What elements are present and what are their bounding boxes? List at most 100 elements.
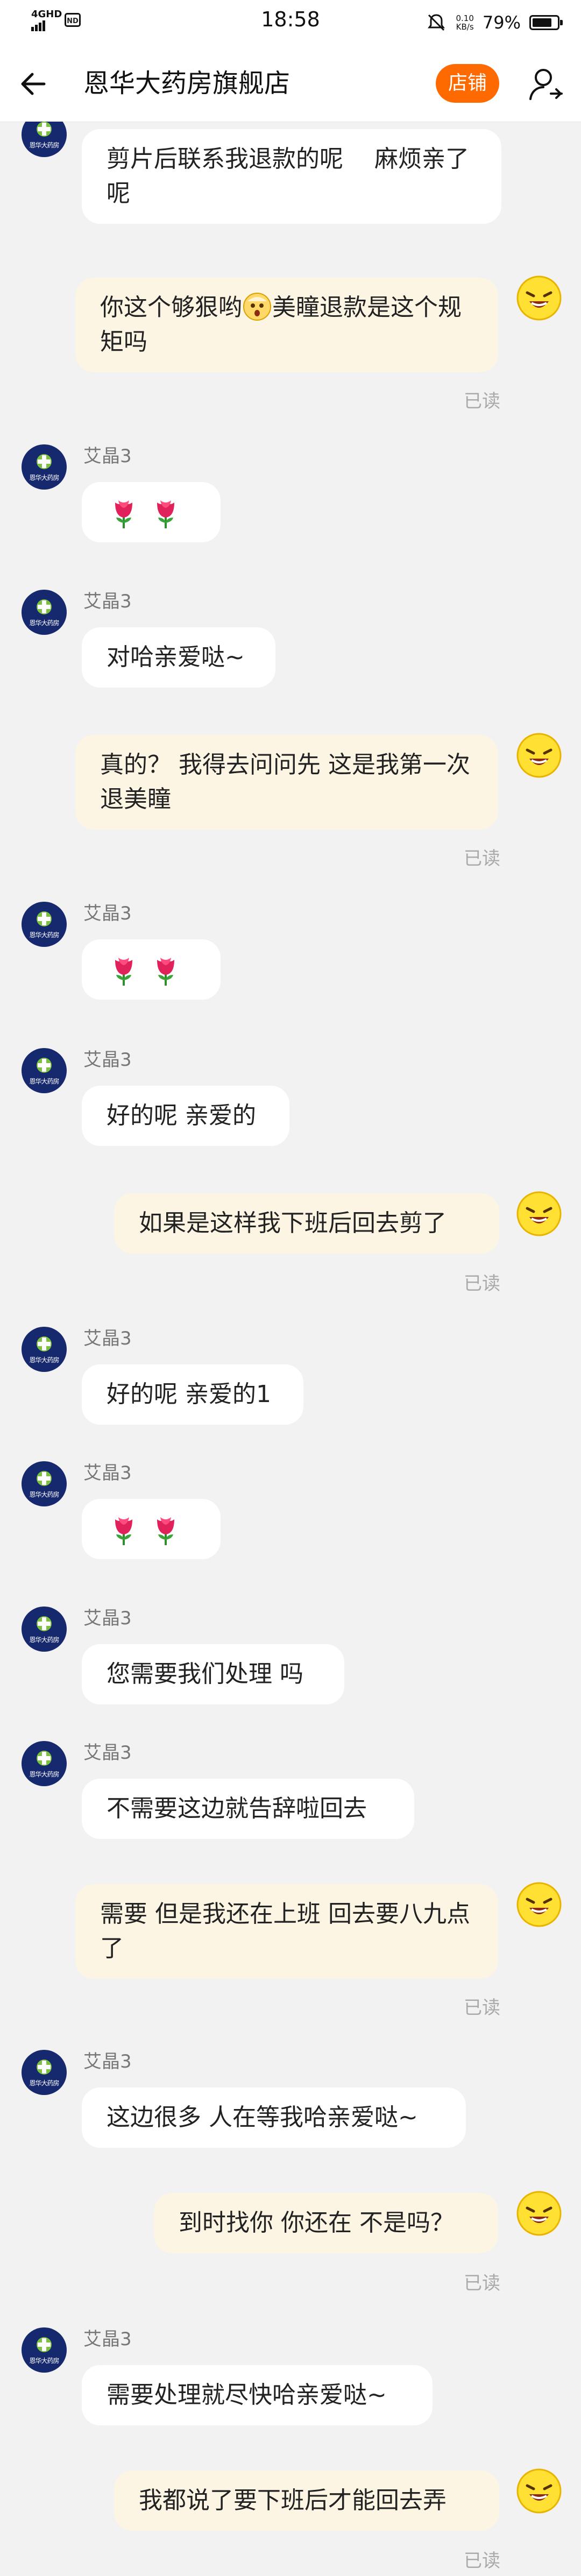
sender-name: 艾晶3 xyxy=(83,1608,132,1629)
message-bubble[interactable]: 不需要这边就告辞啦回去 xyxy=(82,1779,414,1839)
message-text: 到时找你 你还在 不是吗？ xyxy=(179,2209,454,2237)
sender-name: 艾晶3 xyxy=(83,2329,132,2350)
pharmacy-logo-icon xyxy=(37,2337,52,2352)
shop-avatar[interactable]: 恩华大药房 xyxy=(22,1607,67,1652)
shop-avatar[interactable]: 恩华大药房 xyxy=(22,2050,67,2095)
chat-message-list[interactable]: 恩华大药房 剪片后联系我退款的呢 麻烦亲了呢 你这个够狠哟 美瞳退款是这个规矩吗 已读恩… xyxy=(0,122,581,2576)
message-text: 剪片后联系我退款的呢 麻烦亲了呢 xyxy=(107,145,469,207)
read-receipt: 已读 xyxy=(464,1997,500,2019)
message-text: 如果是这样我下班后回去剪了 xyxy=(139,1209,447,1237)
message-bubble[interactable]: 这边很多 人在等我哈亲爱哒~ xyxy=(82,2087,466,2148)
message-text: 您需要我们处理 吗 xyxy=(107,1660,303,1688)
outgoing-message: 你这个够狠哟 美瞳退款是这个规矩吗已读 xyxy=(0,275,581,412)
shop-title: 恩华大药房旗舰店 xyxy=(83,68,290,98)
user-avatar-laughing-emoji-icon[interactable] xyxy=(515,732,563,779)
sender-name: 艾晶3 xyxy=(83,1742,132,1764)
message-bubble[interactable]: 好的呢 亲爱的1 xyxy=(82,1364,303,1425)
pharmacy-logo-icon xyxy=(37,1058,52,1073)
shop-avatar[interactable]: 恩华大药房 xyxy=(22,902,67,947)
message-bubble[interactable]: 到时找你 你还在 不是吗？ xyxy=(154,2193,498,2253)
rose-emoji-icon xyxy=(115,1517,132,1545)
shop-avatar[interactable]: 恩华大药房 xyxy=(22,1048,67,1093)
rose-emoji-icon xyxy=(115,958,132,986)
message-text: 对哈亲爱哒~ xyxy=(107,643,245,671)
message-bubble[interactable]: 我都说了要下班后才能回去弄 xyxy=(114,2471,499,2531)
pharmacy-logo-icon xyxy=(37,1471,52,1486)
shop-avatar[interactable]: 恩华大药房 xyxy=(22,1461,67,1506)
shop-avatar[interactable]: 恩华大药房 xyxy=(22,2327,67,2373)
chat-header: 恩华大药房旗舰店 店铺 xyxy=(0,45,581,122)
battery-fill xyxy=(533,18,551,27)
user-avatar-laughing-emoji-icon[interactable] xyxy=(515,2467,563,2515)
message-text: 你这个够狠哟 xyxy=(100,294,242,321)
message-bubble[interactable]: 剪片后联系我退款的呢 麻烦亲了呢 xyxy=(82,129,501,224)
message-text: 需要 但是我还在上班 回去要八九点了 xyxy=(100,1900,470,1962)
surprised-face-emoji-icon xyxy=(243,293,271,321)
read-receipt: 已读 xyxy=(464,848,500,869)
read-receipt: 已读 xyxy=(464,2273,500,2294)
user-avatar-laughing-emoji-icon[interactable] xyxy=(515,2190,563,2237)
shop-avatar[interactable]: 恩华大药房 xyxy=(22,590,67,635)
shop-avatar-label: 恩华大药房 xyxy=(29,1636,59,1644)
mute-icon xyxy=(428,14,445,31)
message-text: 不需要这边就告辞啦回去 xyxy=(107,1795,367,1822)
status-bar: 4GHD ND 18:58 0.10 KB/s 79% xyxy=(0,0,581,45)
message-bubble[interactable]: 真的？ 我得去问问先 这是我第一次退美瞳 xyxy=(75,735,498,830)
message-bubble[interactable]: 您需要我们处理 吗 xyxy=(82,1644,344,1704)
shop-avatar[interactable]: 恩华大药房 xyxy=(22,122,67,157)
shop-avatar-label: 恩华大药房 xyxy=(29,1771,59,1778)
message-bubble[interactable]: 你这个够狠哟 美瞳退款是这个规矩吗 xyxy=(75,278,498,372)
shop-avatar-label: 恩华大药房 xyxy=(29,474,59,482)
incoming-message: 恩华大药房剪片后联系我退款的呢 麻烦亲了呢 xyxy=(0,122,581,242)
message-bubble[interactable]: 如果是这样我下班后回去剪了 xyxy=(114,1193,499,1254)
user-avatar-laughing-emoji-icon[interactable] xyxy=(515,1190,563,1237)
pharmacy-logo-icon xyxy=(37,122,52,137)
message-bubble[interactable]: 对哈亲爱哒~ xyxy=(82,627,275,688)
message-bubble[interactable] xyxy=(82,939,221,1000)
rose-emoji-icon xyxy=(115,500,132,528)
battery-percent: 79% xyxy=(482,12,521,33)
sender-name: 艾晶3 xyxy=(83,1328,132,1349)
shop-button[interactable]: 店铺 xyxy=(436,64,499,103)
network-speed: 0.10 KB/s xyxy=(456,14,473,31)
shop-avatar-label: 恩华大药房 xyxy=(29,619,59,627)
message-bubble[interactable]: 需要处理就尽快哈亲爱哒~ xyxy=(82,2365,433,2425)
pharmacy-logo-icon xyxy=(37,1336,52,1351)
read-receipt: 已读 xyxy=(464,2550,500,2572)
rose-emoji-group xyxy=(107,495,196,529)
rose-emoji-icon xyxy=(157,500,174,528)
incoming-message: 恩华大药房 艾晶3 好的呢 亲爱的 xyxy=(0,1048,581,1165)
read-receipt: 已读 xyxy=(464,391,500,412)
shop-avatar-label: 恩华大药房 xyxy=(29,1356,59,1364)
message-text: 真的？ 我得去问问先 这是我第一次退美瞳 xyxy=(100,751,470,813)
message-bubble[interactable]: 需要 但是我还在上班 回去要八九点了 xyxy=(75,1884,498,1979)
shop-avatar[interactable]: 恩华大药房 xyxy=(22,1741,67,1786)
message-bubble[interactable] xyxy=(82,482,221,542)
message-bubble[interactable]: 好的呢 亲爱的 xyxy=(82,1086,289,1146)
pharmacy-logo-icon xyxy=(37,911,52,926)
message-bubble[interactable] xyxy=(82,1499,221,1559)
shop-avatar-label: 恩华大药房 xyxy=(29,2079,59,2087)
message-text: 好的呢 亲爱的1 xyxy=(107,1381,271,1408)
shop-avatar[interactable]: 恩华大药房 xyxy=(22,1327,67,1372)
incoming-message: 恩华大药房 艾晶3 xyxy=(0,902,581,1030)
user-avatar-laughing-emoji-icon[interactable] xyxy=(515,274,563,322)
pharmacy-logo-icon xyxy=(37,1616,52,1631)
read-receipt: 已读 xyxy=(464,1273,500,1294)
shop-avatar-label: 恩华大药房 xyxy=(29,931,59,939)
sender-name: 艾晶3 xyxy=(83,1462,132,1484)
incoming-message: 恩华大药房 艾晶3 您需要我们处理 吗 xyxy=(0,1607,581,1724)
outgoing-message: 真的？ 我得去问问先 这是我第一次退美瞳已读 xyxy=(0,732,581,869)
shop-avatar-label: 恩华大药房 xyxy=(29,141,59,149)
network-speed-value: 0.10 xyxy=(456,13,474,23)
pharmacy-logo-icon xyxy=(37,599,52,614)
user-avatar-laughing-emoji-icon[interactable] xyxy=(515,1881,563,1928)
rose-emoji-icon xyxy=(157,1517,174,1545)
outgoing-message: 如果是这样我下班后回去剪了已读 xyxy=(0,1190,581,1294)
back-arrow-icon[interactable] xyxy=(17,69,49,99)
rose-emoji-group xyxy=(107,952,196,987)
outgoing-message: 到时找你 你还在 不是吗？ 已读 xyxy=(0,2190,581,2294)
message-text: 这边很多 人在等我哈亲爱哒~ xyxy=(107,2104,418,2131)
user-profile-icon[interactable] xyxy=(527,66,565,103)
shop-avatar[interactable]: 恩华大药房 xyxy=(22,444,67,490)
